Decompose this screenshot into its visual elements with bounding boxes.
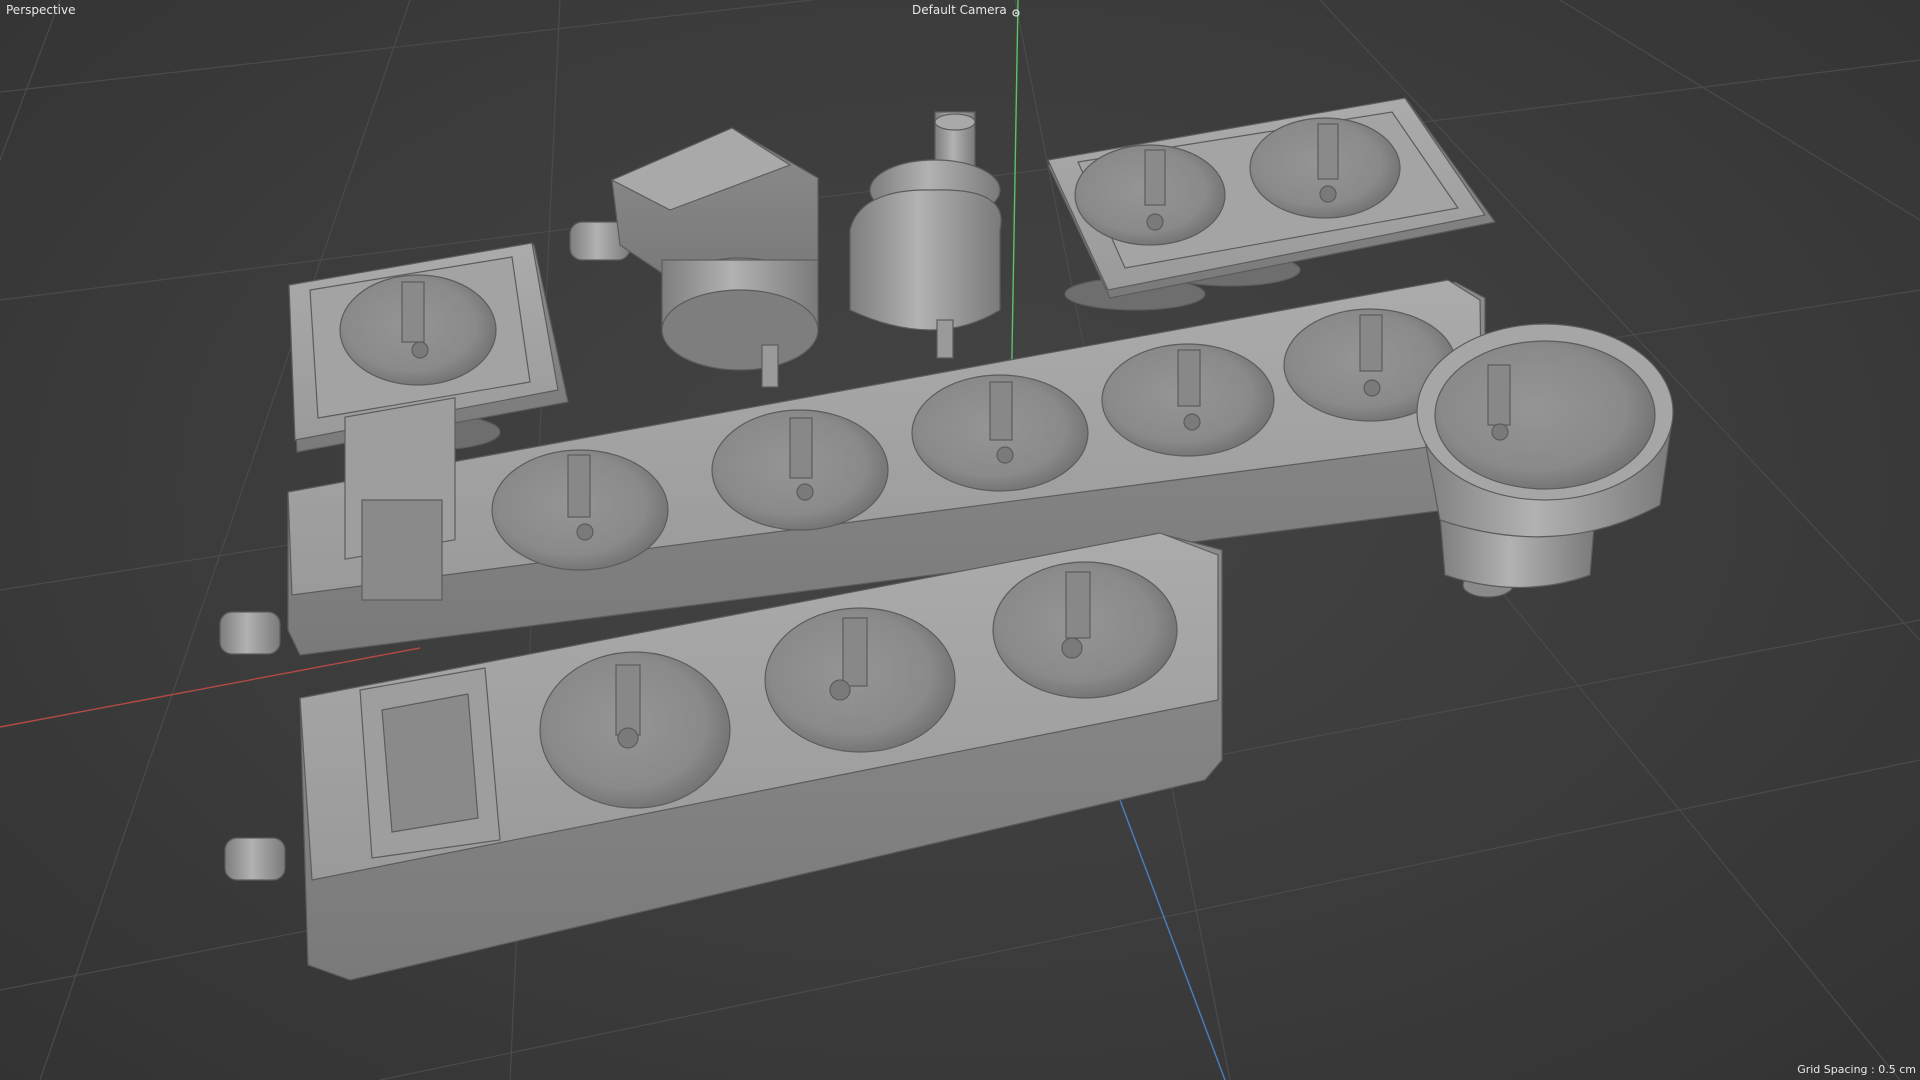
camera-target-icon[interactable] [1011,5,1021,17]
camera-selector[interactable]: Default Camera [912,1,1021,19]
view-mode-label[interactable]: Perspective [4,1,78,19]
camera-name: Default Camera [912,3,1007,17]
double-wall-socket [1047,97,1497,311]
z-axis-line [1119,799,1226,1080]
3d-viewport[interactable]: Perspective Default Camera Grid Spacing … [0,0,1920,1080]
grid-spacing-label: Grid Spacing : 0.5 cm [1797,1063,1916,1076]
round-plug-adapter [849,111,1002,359]
cylindrical-socket-coupler [1416,323,1674,598]
viewport-scene[interactable] [0,0,1920,1080]
angled-plug-adapter [569,127,819,388]
